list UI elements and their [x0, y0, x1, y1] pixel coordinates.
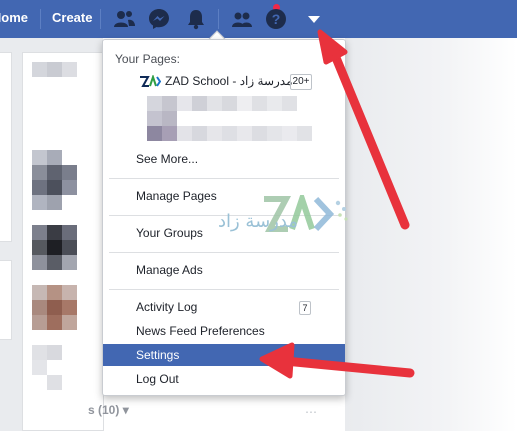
messenger-icon[interactable] [145, 5, 173, 33]
settings-item[interactable]: Settings [103, 344, 345, 366]
zad-watermark-text: مدرسة زاد [218, 211, 298, 232]
background-text: s (10) ▾ [88, 403, 129, 417]
more-options-icon: ⋯ [305, 405, 318, 419]
nav-separator [40, 9, 41, 29]
find-friends-icon[interactable] [228, 5, 256, 33]
page-notification-count: 20+ [290, 74, 312, 90]
top-navigation-bar: Home Create ? [0, 0, 517, 38]
page-item-zad-school[interactable]: ZAD School - مدرسة زاد [135, 73, 315, 91]
background-card [0, 260, 12, 340]
menu-divider [109, 252, 339, 253]
manage-ads-item[interactable]: Manage Ads [103, 259, 345, 281]
zad-logo-icon [140, 75, 161, 87]
create-link[interactable]: Create [52, 10, 92, 25]
page-name: ZAD School - مدرسة زاد [165, 74, 293, 88]
your-pages-heading: Your Pages: [115, 52, 180, 66]
menu-divider [109, 289, 339, 290]
home-link[interactable]: Home [0, 10, 28, 25]
nav-separator [100, 9, 101, 29]
activity-log-count: 7 [299, 301, 311, 315]
svg-text:?: ? [272, 11, 281, 27]
zad-watermark: مدرسة زاد [150, 155, 350, 245]
background-right-column [345, 38, 517, 431]
background-card [0, 52, 12, 242]
help-icon[interactable]: ? [262, 5, 290, 33]
notifications-icon[interactable] [182, 5, 210, 33]
news-feed-preferences-item[interactable]: News Feed Preferences [103, 320, 345, 342]
friends-icon[interactable] [110, 5, 138, 33]
nav-separator [218, 9, 219, 29]
log-out-item[interactable]: Log Out [103, 368, 345, 390]
caret-down-icon[interactable] [300, 5, 328, 33]
